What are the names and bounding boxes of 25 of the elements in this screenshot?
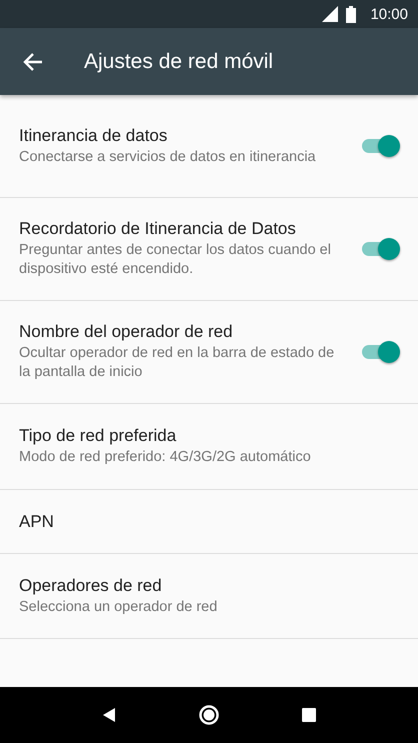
battery-icon [346,6,356,22]
settings-item[interactable]: Operadores de red Selecciona un operador de red [0,554,418,639]
recents-icon[interactable] [301,707,318,723]
back-icon[interactable] [100,707,117,723]
setting-summary: Modo de red preferido: 4G/3G/2G automático [19,448,312,467]
setting-title: Recordatorio de Itinerancia de Datos [19,219,297,239]
setting-summary: Ocultar operador de red en la barra de estado de la pantalla de inicio [19,344,336,382]
settings-item[interactable]: Nombre del operador de red Ocultar operador de red en la barra de estado de la pantalla de inicio [0,301,418,404]
back-arrow-icon[interactable] [23,52,43,72]
setting-title: APN [19,512,55,532]
setting-summary: Conectarse a servicios de datos en itinerancia [19,148,317,166]
setting-title: Tipo de red preferida [19,426,178,446]
settings-item[interactable]: Itinerancia de datos Conectarse a servicios de datos en itinerancia [0,95,418,198]
setting-summary: Selecciona un operador de red [19,598,218,616]
settings-item[interactable]: APN [0,490,418,554]
clock: 10:00 [370,6,408,22]
screen-title: Ajustes de red móvil [84,50,274,74]
setting-title: Operadores de red [19,576,163,596]
settings-item[interactable]: Recordatorio de Itinerancia de Datos Preguntar antes de conectar los datos cuando el dispositivo esté encendido. [0,198,418,301]
settings-item[interactable]: Tipo de red preferida Modo de red preferido: 4G/3G/2G automático [0,404,418,490]
setting-title: Nombre del operador de red [19,322,234,342]
home-icon[interactable] [198,704,220,726]
setting-summary: Preguntar antes de conectar los datos cuando el dispositivo esté encendido. [19,241,332,279]
signal-icon [322,6,338,22]
setting-title: Itinerancia de datos [19,126,168,146]
